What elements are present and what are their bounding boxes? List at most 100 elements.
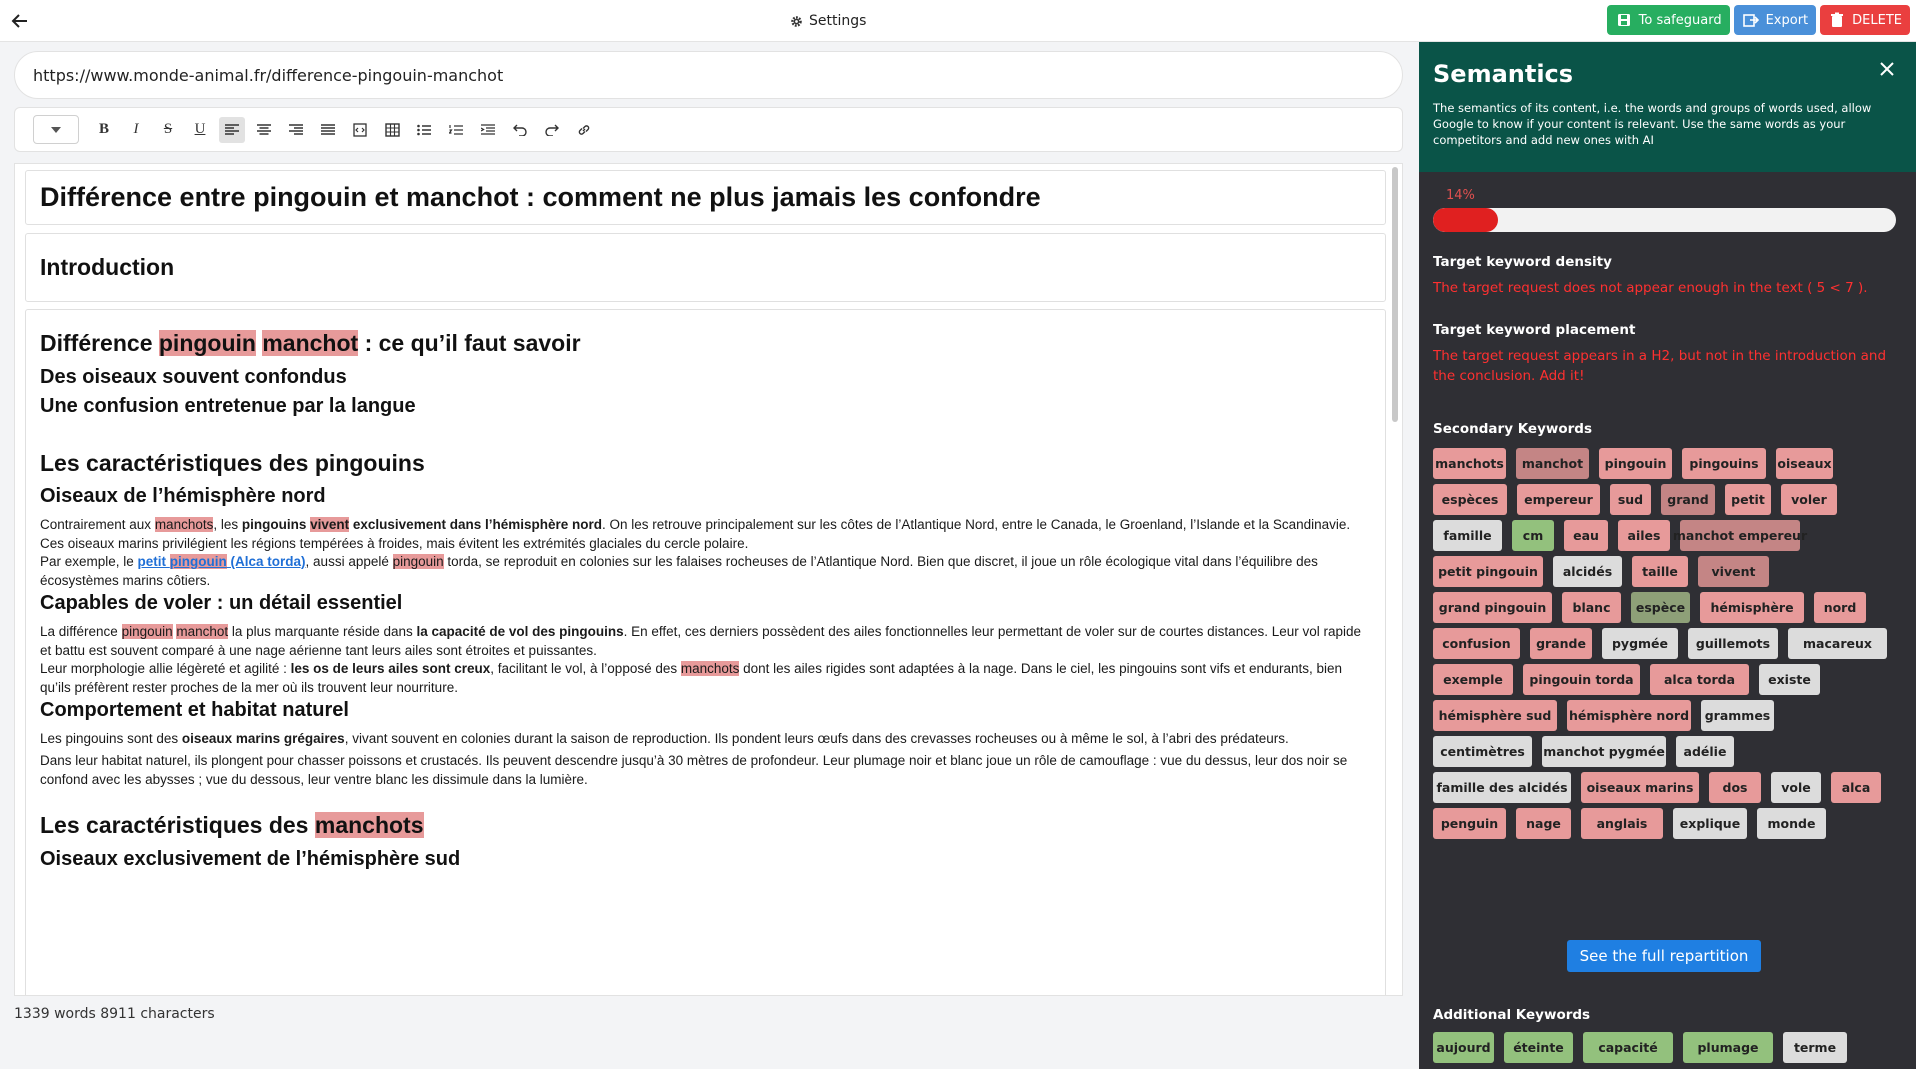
keyword-tag[interactable]: guillemots [1688,628,1778,659]
keyword-tag[interactable]: grand pingouin [1433,592,1552,623]
keyword-tag[interactable]: manchots [1433,448,1506,479]
strikethrough-button[interactable]: S [155,117,181,143]
keyword-tag[interactable]: macareux [1788,628,1887,659]
keyword-tag[interactable]: espèce [1631,592,1690,623]
keyword-tag[interactable]: plumage [1683,1032,1773,1063]
keyword-tag[interactable]: grand [1661,484,1715,515]
align-center-icon[interactable] [251,117,277,143]
keyword-tag[interactable]: centimètres [1433,736,1532,767]
settings-button[interactable]: Settings [790,9,866,33]
keyword-tag[interactable]: alcidés [1553,556,1622,587]
keyword-highlight: manchots [680,661,740,676]
keyword-tag[interactable]: manchot empereur [1673,520,1807,551]
delete-button[interactable]: DELETE [1820,5,1910,35]
save-button[interactable]: To safeguard [1606,5,1730,35]
keyword-tag[interactable]: grande [1530,628,1592,659]
keyword-tag[interactable]: oiseaux marins [1581,772,1699,803]
align-justify-icon[interactable] [315,117,341,143]
editor-content[interactable]: Différence entre pingouin et manchot : c… [14,163,1403,996]
title-block[interactable]: Différence entre pingouin et manchot : c… [25,170,1386,225]
keyword-tag[interactable]: ailes [1618,520,1670,551]
keyword-tag[interactable]: manchot pygmée [1542,736,1666,767]
keyword-tag[interactable]: monde [1757,808,1826,839]
keyword-tag[interactable]: oiseaux [1776,448,1833,479]
keyword-highlight: pingouin [158,330,256,356]
keyword-tag[interactable]: vivent [1698,556,1769,587]
heading-confondus: Des oiseaux souvent confondus [40,366,347,388]
url-input[interactable]: https://www.monde-animal.fr/difference-p… [14,51,1403,99]
keyword-highlight: pingouin [392,554,444,569]
keyword-tag[interactable]: empereur [1517,484,1600,515]
paragraph-4: Leur morphologie allie légèreté et agili… [40,659,1375,697]
back-arrow-icon[interactable] [6,7,34,35]
keyword-tag[interactable]: pingouins [1682,448,1766,479]
keyword-tag[interactable]: éteinte [1504,1032,1573,1063]
undo-icon[interactable] [507,117,533,143]
export-button[interactable]: Export [1733,5,1817,35]
block-format-select[interactable] [33,115,79,144]
keyword-tag[interactable]: grammes [1701,700,1774,731]
link-icon[interactable] [571,117,597,143]
link-text: (Alca torda) [226,554,306,569]
keyword-tag[interactable]: alca [1831,772,1881,803]
indent-icon[interactable] [475,117,501,143]
close-icon[interactable] [1876,58,1898,80]
italic-button[interactable]: I [123,117,149,143]
keyword-tag[interactable]: blanc [1562,592,1621,623]
redo-icon[interactable] [539,117,565,143]
keyword-tag[interactable]: taille [1632,556,1688,587]
keyword-tag[interactable]: capacité [1583,1032,1673,1063]
keyword-tag[interactable]: sud [1610,484,1651,515]
numbered-list-icon[interactable] [443,117,469,143]
text: Leur morphologie allie légèreté et agili… [40,661,291,676]
keyword-tag[interactable]: existe [1759,664,1820,695]
keyword-tag[interactable]: nord [1814,592,1866,623]
heading-nord: Oiseaux de l’hémisphère nord [40,485,326,507]
bullet-list-icon[interactable] [411,117,437,143]
body-block[interactable]: Différence pingouin manchot : ce qu’il f… [25,309,1386,995]
keyword-tag[interactable]: anglais [1581,808,1663,839]
keyword-tag[interactable]: confusion [1433,628,1520,659]
editor-scrollbar[interactable] [1392,167,1398,422]
keyword-tag[interactable]: terme [1783,1032,1847,1063]
underline-button[interactable]: U [187,117,213,143]
keyword-tag[interactable]: cm [1512,520,1554,551]
align-left-icon[interactable] [219,116,245,143]
keyword-tag[interactable]: aujourd [1433,1032,1494,1063]
keyword-tag[interactable]: voler [1781,484,1837,515]
intro-block[interactable]: Introduction [25,233,1386,302]
text: , aussi appelé [305,554,393,569]
table-icon[interactable] [379,117,405,143]
keyword-tag[interactable]: petit pingouin [1433,556,1543,587]
keyword-tag[interactable]: alca torda [1650,664,1749,695]
code-block-icon[interactable] [347,117,373,143]
keyword-tag[interactable]: penguin [1433,808,1506,839]
text: , facilitant le vol, à l’opposé des [490,661,681,676]
keyword-tag[interactable]: adélie [1676,736,1734,767]
align-right-icon[interactable] [283,117,309,143]
keyword-tag[interactable]: famille des alcidés [1433,772,1571,803]
keyword-tag[interactable]: exemple [1433,664,1513,695]
keyword-tag[interactable]: hémisphère [1700,592,1804,623]
keyword-tag[interactable]: famille [1433,520,1502,551]
bold-button[interactable]: B [91,117,117,143]
keyword-tag[interactable]: pygmée [1602,628,1678,659]
keyword-tag[interactable]: espèces [1433,484,1507,515]
progress-label: 14% [1446,188,1475,203]
text-link[interactable]: petit pingouin (Alca torda) [138,554,306,569]
keyword-tag[interactable]: pingouin [1599,448,1672,479]
keyword-tag[interactable]: nage [1516,808,1571,839]
keyword-tag[interactable]: hémisphère sud [1433,700,1557,731]
keyword-tag[interactable]: vole [1771,772,1821,803]
keyword-tag[interactable]: petit [1725,484,1771,515]
see-full-repartition-button[interactable]: See the full repartition [1567,940,1761,972]
keyword-tag[interactable]: explique [1673,808,1747,839]
bold-text: exclusivement dans l’hémisphère nord [349,517,602,532]
keyword-tag[interactable]: manchot [1516,448,1589,479]
keyword-highlight: manchots [314,812,424,838]
keyword-tag[interactable]: hémisphère nord [1567,700,1691,731]
keyword-tag[interactable]: eau [1564,520,1608,551]
settings-label: Settings [809,13,867,29]
keyword-tag[interactable]: pingouin torda [1523,664,1640,695]
keyword-tag[interactable]: dos [1709,772,1761,803]
